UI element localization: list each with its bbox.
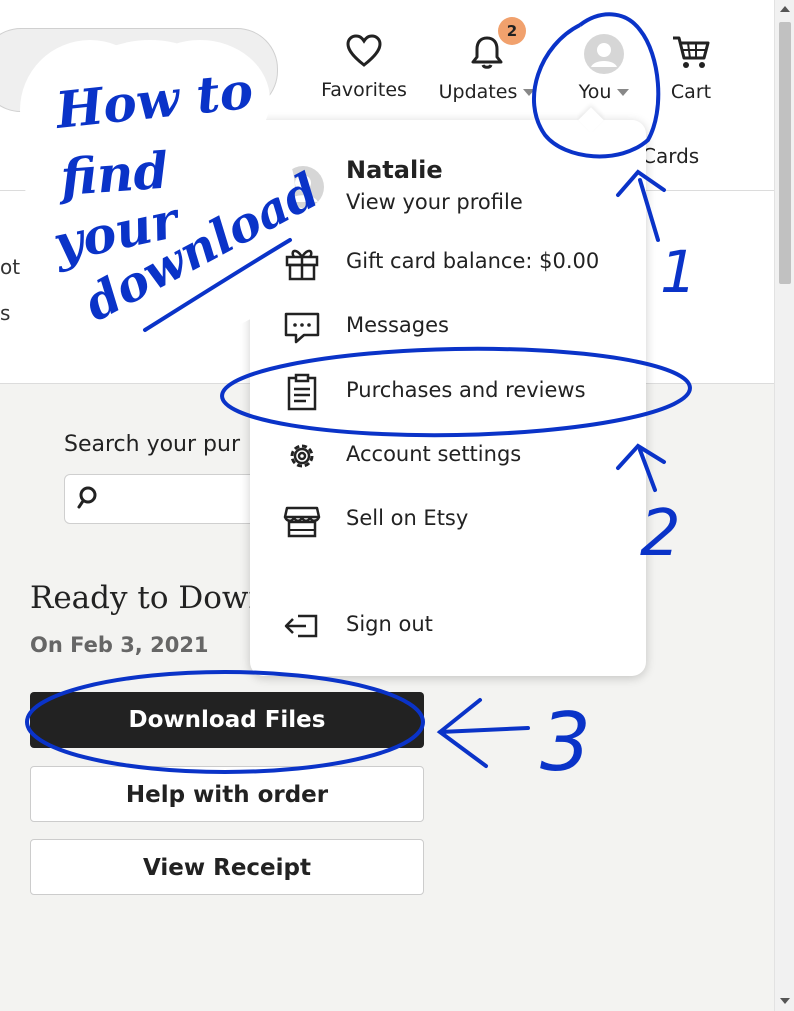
- view-profile-link: View your profile: [346, 190, 523, 214]
- nav-updates-label: Updates: [438, 81, 518, 103]
- scroll-down-arrow[interactable]: [780, 998, 790, 1004]
- order-date: On Feb 3, 2021: [30, 633, 209, 657]
- search-purchases-label: Search your pur: [64, 432, 240, 457]
- profile-name: Natalie: [346, 156, 443, 184]
- menu-item-label: Account settings: [346, 442, 522, 466]
- step-3-label: 3: [540, 696, 591, 789]
- menu-item-label: Gift card balance: $0.00: [346, 249, 600, 273]
- nav-cart-label: Cart: [670, 81, 712, 103]
- chevron-down-icon: [523, 89, 536, 96]
- menu-item-purchases[interactable]: Purchases and reviews: [250, 364, 646, 420]
- scroll-thumb[interactable]: [779, 22, 791, 284]
- nav-cart[interactable]: Cart: [664, 34, 718, 103]
- heart-icon: [346, 34, 382, 67]
- nav-updates[interactable]: Updates: [432, 34, 542, 103]
- help-with-order-button[interactable]: Help with order: [30, 766, 424, 822]
- search-input[interactable]: [0, 28, 278, 112]
- menu-item-gift-card[interactable]: Gift card balance: $0.00: [250, 235, 646, 291]
- account-dropdown-menu: Natalie View your profile Gift card bala…: [250, 107, 646, 676]
- chevron-down-icon: [617, 89, 630, 96]
- text-fragment: ot: [0, 255, 21, 279]
- search-icon[interactable]: [196, 52, 236, 92]
- avatar-icon: [584, 34, 624, 74]
- sign-out-icon: [284, 614, 318, 638]
- menu-item-label: Sign out: [346, 612, 433, 636]
- nav-favorites[interactable]: Favorites: [316, 34, 412, 101]
- scroll-up-arrow[interactable]: [780, 6, 790, 12]
- text-fragment: s: [0, 301, 11, 325]
- menu-item-sell-on-etsy[interactable]: Sell on Etsy: [250, 492, 646, 548]
- menu-item-label: Purchases and reviews: [346, 378, 586, 402]
- menu-item-label: Sell on Etsy: [346, 506, 469, 530]
- shop-icon: [283, 506, 321, 538]
- ready-to-download-title: Ready to Dowr: [30, 580, 264, 616]
- menu-item-label: Messages: [346, 313, 449, 337]
- cart-icon: [673, 36, 710, 68]
- view-receipt-button[interactable]: View Receipt: [30, 839, 424, 895]
- menu-item-messages[interactable]: Messages: [250, 299, 646, 355]
- bell-icon: [471, 36, 503, 69]
- search-icon: [77, 486, 97, 509]
- cards-link[interactable]: Cards: [642, 144, 699, 168]
- updates-badge: 2: [498, 17, 526, 45]
- page-scrollbar[interactable]: [774, 0, 794, 1011]
- avatar: [282, 166, 324, 208]
- clipboard-icon: [287, 373, 317, 411]
- view-profile-item[interactable]: Natalie View your profile: [250, 120, 646, 230]
- menu-item-account-settings[interactable]: Account settings: [250, 428, 646, 484]
- download-files-button[interactable]: Download Files: [30, 692, 424, 748]
- gift-icon: [285, 249, 319, 281]
- nav-you[interactable]: You: [568, 34, 640, 103]
- message-icon: [284, 312, 320, 344]
- nav-favorites-label: Favorites: [321, 79, 407, 101]
- step-2-label: 2: [640, 497, 681, 571]
- gear-icon: [290, 444, 314, 468]
- nav-you-label: You: [578, 81, 612, 103]
- avatar-icon: [288, 175, 318, 202]
- menu-item-sign-out[interactable]: Sign out: [250, 598, 646, 654]
